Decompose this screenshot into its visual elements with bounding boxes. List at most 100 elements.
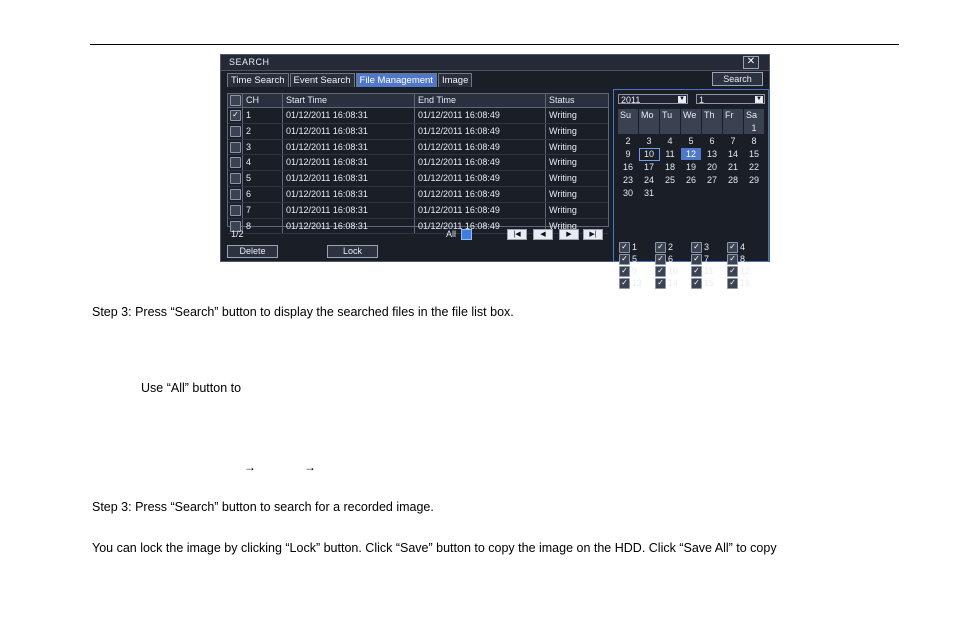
calendar-day[interactable]: 19 [681, 161, 702, 174]
channel-checkbox-item[interactable]: ✓ 10 [654, 265, 690, 277]
search-button[interactable]: Search [712, 72, 763, 86]
calendar-day[interactable]: 3 [639, 135, 660, 148]
channel-checkbox-item[interactable]: ✓ 6 [654, 253, 690, 265]
calendar-day[interactable]: 12 [681, 148, 702, 161]
table-row[interactable]: 3 01/12/2011 16:08:31 01/12/2011 16:08:49 W… [228, 139, 608, 156]
checkbox-icon[interactable]: ✓ [691, 242, 702, 253]
checkbox-icon[interactable]: ✓ [655, 266, 666, 277]
year-select[interactable]: 2011 ▼ [618, 94, 688, 105]
next-page-icon[interactable]: ▶ [559, 229, 579, 240]
month-select[interactable]: 1 ▼ [696, 94, 765, 105]
calendar-day[interactable]: 27 [702, 174, 723, 187]
calendar-day[interactable]: 14 [723, 148, 744, 161]
checkbox-icon[interactable]: ✓ [655, 242, 666, 253]
channel-checkbox-item[interactable]: ✓ 4 [726, 241, 762, 253]
search-window: SEARCH ✕ Time Search Event Search File M… [220, 54, 770, 289]
channel-checkbox-item[interactable]: ✓ 7 [690, 253, 726, 265]
table-row[interactable]: 7 01/12/2011 16:08:31 01/12/2011 16:08:49 W… [228, 202, 608, 219]
calendar-day[interactable]: 9 [618, 148, 639, 161]
tab-image[interactable]: Image [437, 73, 473, 87]
calendar-day[interactable]: 24 [639, 174, 660, 187]
all-checkbox[interactable] [461, 229, 472, 240]
row-checkbox[interactable] [230, 157, 241, 169]
calendar-day[interactable]: 17 [639, 161, 660, 174]
table-row[interactable]: 2 01/12/2011 16:08:31 01/12/2011 16:08:49 W… [228, 123, 608, 140]
channel-label: 13 [632, 278, 643, 288]
checkbox-icon[interactable]: ✓ [691, 266, 702, 277]
select-all-checkbox[interactable] [230, 95, 241, 106]
last-page-icon[interactable]: ▶| [583, 229, 603, 240]
calendar-day[interactable]: 10 [639, 148, 660, 161]
calendar-day[interactable]: 23 [618, 174, 639, 187]
channel-checkbox-item[interactable]: ✓ 12 [726, 265, 762, 277]
channel-checkbox-item[interactable]: ✓ 14 [654, 277, 690, 289]
calendar-day[interactable]: 15 [744, 148, 765, 161]
checkbox-icon[interactable]: ✓ [619, 278, 630, 289]
close-icon[interactable]: ✕ [743, 56, 759, 69]
checkbox-icon[interactable]: ✓ [727, 266, 738, 277]
first-page-icon[interactable]: |◀ [507, 229, 527, 240]
row-select-cell [228, 139, 243, 155]
channel-checkbox-item[interactable]: ✓ 9 [618, 265, 654, 277]
delete-button[interactable]: Delete [227, 245, 278, 258]
checkbox-icon[interactable]: ✓ [727, 278, 738, 289]
calendar-day[interactable]: 16 [618, 161, 639, 174]
lock-button[interactable]: Lock [327, 245, 378, 258]
calendar-day[interactable]: 7 [723, 135, 744, 148]
calendar-day[interactable]: 20 [702, 161, 723, 174]
table-row[interactable]: 5 01/12/2011 16:08:31 01/12/2011 16:08:49 W… [228, 171, 608, 187]
cell-start-time: 01/12/2011 16:08:31 [283, 202, 415, 218]
channel-checkbox-item[interactable]: ✓ 1 [618, 241, 654, 253]
row-checkbox[interactable] [230, 188, 241, 200]
tab-time-search[interactable]: Time Search [227, 73, 289, 87]
channel-checkbox-item[interactable]: ✓ 3 [690, 241, 726, 253]
row-checkbox[interactable] [230, 125, 241, 137]
row-checkbox[interactable] [230, 204, 241, 216]
channel-checkbox-item[interactable]: ✓ 16 [726, 277, 762, 289]
calendar-day[interactable]: 8 [744, 135, 765, 148]
row-checkbox[interactable]: ✓ [230, 110, 241, 121]
checkbox-icon[interactable]: ✓ [655, 254, 666, 265]
calendar-day[interactable]: 6 [702, 135, 723, 148]
tab-event-search[interactable]: Event Search [289, 73, 355, 87]
checkbox-icon[interactable]: ✓ [727, 242, 738, 253]
calendar-day[interactable]: 31 [639, 187, 660, 200]
calendar-day[interactable]: 18 [660, 161, 681, 174]
calendar-day[interactable]: 25 [660, 174, 681, 187]
all-label: All [446, 229, 457, 239]
calendar-day[interactable]: 30 [618, 187, 639, 200]
calendar-day[interactable]: 13 [702, 148, 723, 161]
checkbox-icon[interactable]: ✓ [727, 254, 738, 265]
channel-label: 2 [668, 242, 674, 252]
checkbox-icon[interactable]: ✓ [619, 266, 630, 277]
calendar-day[interactable]: 11 [660, 148, 681, 161]
calendar-day[interactable]: 28 [723, 174, 744, 187]
prev-page-icon[interactable]: ◀ [533, 229, 553, 240]
channel-checkbox-item[interactable]: ✓ 2 [654, 241, 690, 253]
calendar-day[interactable]: 1 [744, 122, 765, 135]
table-row[interactable]: 4 01/12/2011 16:08:31 01/12/2011 16:08:49 W… [228, 155, 608, 172]
calendar-day[interactable]: 21 [723, 161, 744, 174]
row-checkbox[interactable] [230, 173, 241, 185]
table-row[interactable]: ✓ 1 01/12/2011 16:08:31 01/12/2011 16:08:49… [228, 108, 608, 124]
channel-checkbox-item[interactable]: ✓ 5 [618, 253, 654, 265]
calendar-day[interactable]: 26 [681, 174, 702, 187]
calendar-day[interactable]: 4 [660, 135, 681, 148]
row-checkbox[interactable] [230, 141, 241, 153]
calendar-day[interactable]: 22 [744, 161, 765, 174]
calendar-blank [681, 187, 702, 200]
channel-checkbox-item[interactable]: ✓ 11 [690, 265, 726, 277]
calendar-day[interactable]: 5 [681, 135, 702, 148]
checkbox-icon[interactable]: ✓ [619, 254, 630, 265]
tab-file-management[interactable]: File Management [355, 73, 437, 87]
checkbox-icon[interactable]: ✓ [619, 242, 630, 253]
checkbox-icon[interactable]: ✓ [655, 278, 666, 289]
calendar-day[interactable]: 29 [744, 174, 765, 187]
channel-checkbox-item[interactable]: ✓ 13 [618, 277, 654, 289]
channel-checkbox-item[interactable]: ✓ 15 [690, 277, 726, 289]
table-row[interactable]: 6 01/12/2011 16:08:31 01/12/2011 16:08:49 W… [228, 186, 608, 203]
channel-checkbox-item[interactable]: ✓ 8 [726, 253, 762, 265]
calendar-day[interactable]: 2 [618, 135, 639, 148]
checkbox-icon[interactable]: ✓ [691, 254, 702, 265]
checkbox-icon[interactable]: ✓ [691, 278, 702, 289]
